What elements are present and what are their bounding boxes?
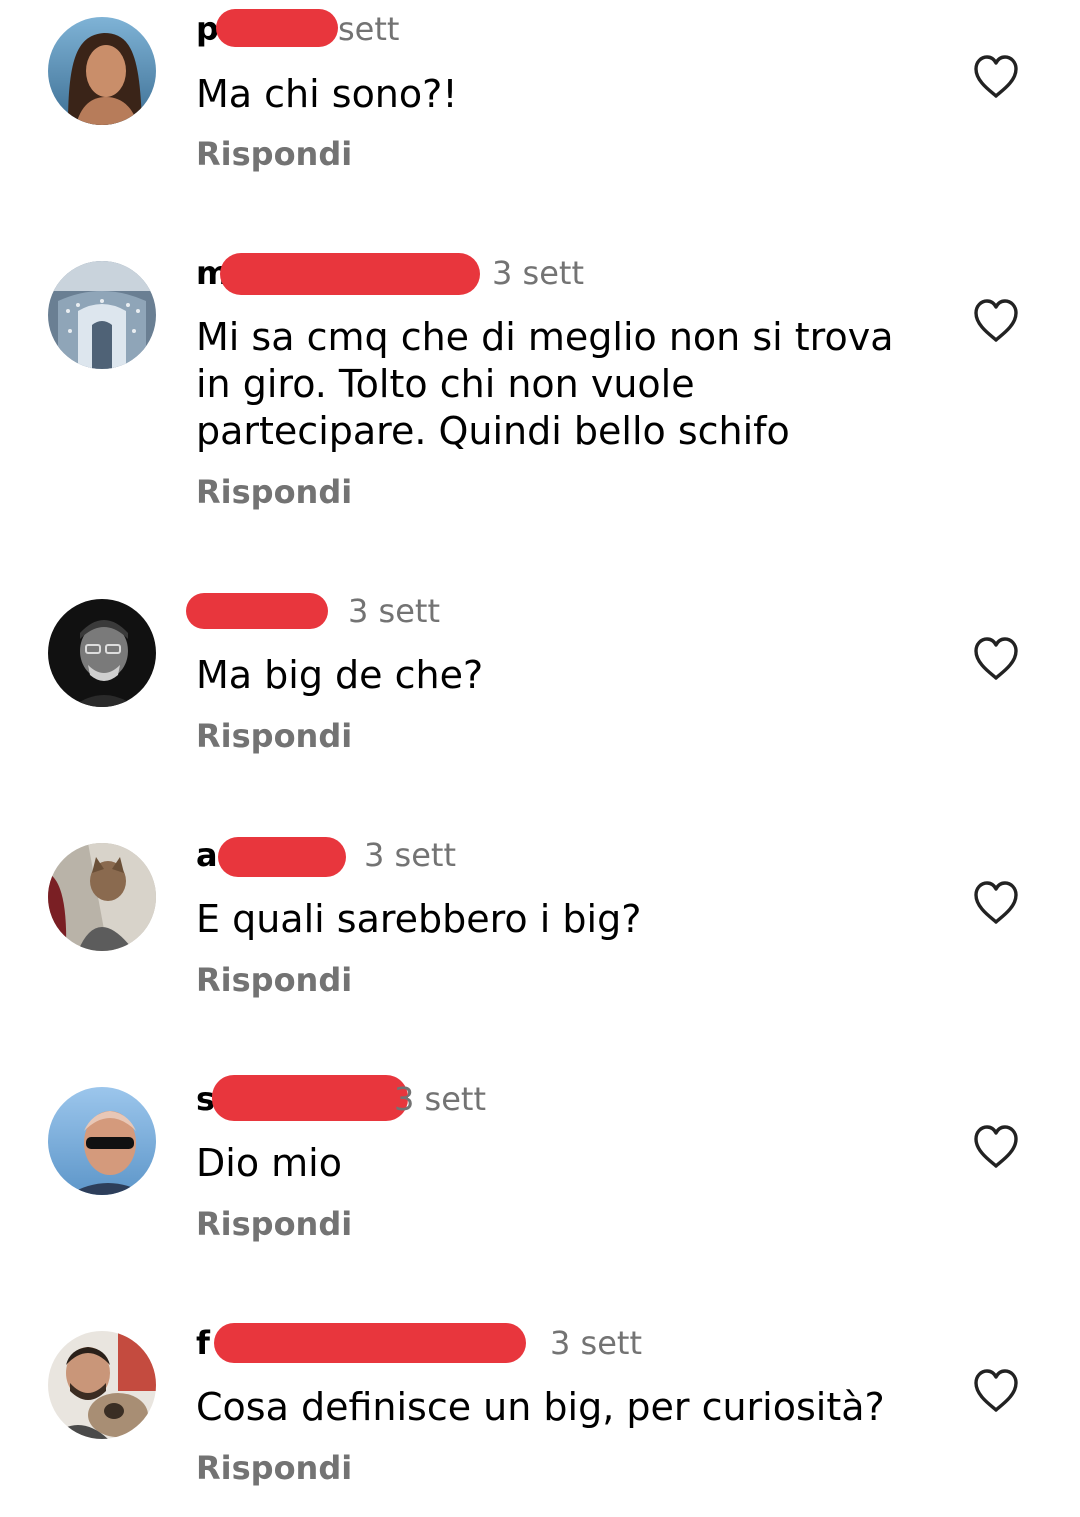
user-avatar[interactable] (48, 843, 156, 951)
username[interactable]: d (186, 589, 336, 633)
comment-text: Mi sa cmq che di meglio non si trova in … (196, 315, 894, 453)
reply-button[interactable]: Rispondi (196, 1202, 352, 1246)
username[interactable]: s (196, 1075, 408, 1121)
redaction-mark (214, 1323, 526, 1363)
reply-button[interactable]: Rispondi (196, 132, 352, 176)
comment-timestamp: sett (338, 10, 400, 48)
comment-text: E quali sarebbero i big? (196, 897, 642, 941)
redaction-mark (218, 837, 346, 877)
heart-outline-icon[interactable] (972, 636, 1020, 682)
comment-text: Dio mio (196, 1141, 342, 1185)
comment-timestamp: 3 sett (348, 592, 440, 630)
comment-meta: s 3 sett (196, 1075, 486, 1121)
comment-meta: a 3 sett (196, 833, 456, 877)
reply-button[interactable]: Rispondi (196, 470, 352, 514)
comment-text: Ma chi sono?! (196, 72, 458, 116)
comment-timestamp: 3 sett (394, 1080, 486, 1118)
comment-timestamp: 3 sett (492, 254, 584, 292)
user-avatar[interactable] (48, 17, 156, 125)
heart-outline-icon[interactable] (972, 54, 1020, 100)
heart-outline-icon[interactable] (972, 880, 1020, 926)
redaction-mark (220, 253, 480, 295)
user-avatar[interactable] (48, 261, 156, 369)
reply-button[interactable]: Rispondi (196, 1446, 352, 1490)
comment-meta: p sett (196, 7, 399, 51)
comment-meta: d 3 sett (186, 589, 440, 633)
reply-button[interactable]: Rispondi (196, 958, 352, 1002)
redaction-mark (212, 1075, 408, 1121)
comment-text: Ma big de che? (196, 653, 484, 697)
user-avatar[interactable] (48, 1087, 156, 1195)
username[interactable]: f (196, 1321, 542, 1365)
comment-timestamp: 3 sett (550, 1324, 642, 1362)
heart-outline-icon[interactable] (972, 298, 1020, 344)
redaction-mark (216, 9, 338, 47)
heart-outline-icon[interactable] (972, 1368, 1020, 1414)
comment-text: Cosa definisce un big, per curiosità? (196, 1385, 885, 1429)
comment-timestamp: 3 sett (364, 836, 456, 874)
comment-meta: m 3 sett (196, 251, 584, 295)
user-avatar[interactable] (48, 1331, 156, 1439)
username[interactable]: m (196, 251, 486, 295)
heart-outline-icon[interactable] (972, 1124, 1020, 1170)
username[interactable]: p (196, 7, 338, 51)
user-avatar[interactable] (48, 599, 156, 707)
comment-meta: f 3 sett (196, 1321, 642, 1365)
reply-button[interactable]: Rispondi (196, 714, 352, 758)
username[interactable]: a (196, 833, 356, 877)
redaction-mark (186, 593, 328, 629)
